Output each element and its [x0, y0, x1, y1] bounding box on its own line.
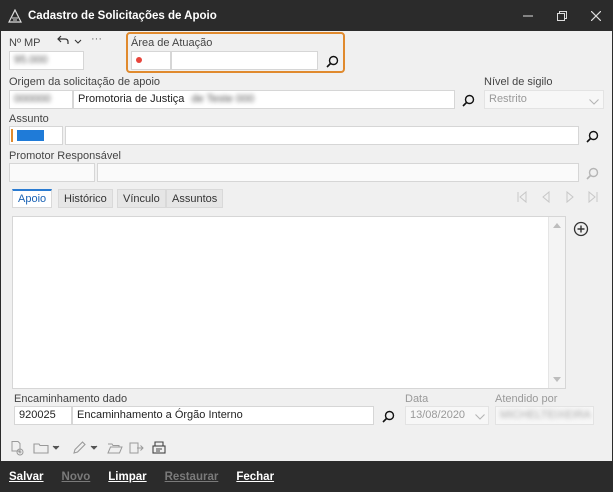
area-code-field[interactable] [131, 51, 171, 70]
tab-apoio[interactable]: Apoio [12, 189, 53, 208]
assunto-code-field[interactable] [9, 126, 63, 145]
nr-mp-value: 95.000 [14, 54, 48, 66]
area-label: Área de Atuação [131, 37, 213, 49]
area-search-button[interactable] [323, 52, 341, 70]
promotor-label: Promotor Responsável [9, 150, 121, 162]
field-marker [11, 129, 13, 142]
print-lock-icon[interactable] [151, 440, 167, 456]
data-label: Data [405, 393, 429, 405]
export-document-icon[interactable] [128, 440, 144, 456]
save-button[interactable]: Salvar [9, 471, 44, 483]
nr-mp-label: Nº MP [9, 37, 41, 49]
origem-desc-field[interactable]: Promotoria de Justiça de Teste 000 [73, 90, 455, 109]
nr-mp-field[interactable]: 95.000 [9, 51, 84, 70]
tab-assuntos[interactable]: Assuntos [166, 189, 224, 208]
encaminhamento-label: Encaminhamento dado [14, 393, 128, 405]
scroll-up-icon[interactable] [553, 223, 561, 228]
chevron-down-icon [589, 96, 599, 105]
folder-icon[interactable] [33, 440, 49, 456]
search-icon [381, 410, 394, 423]
assunto-desc-field[interactable] [65, 126, 579, 145]
origem-label: Origem da solicitação de apoio [9, 76, 161, 88]
add-button[interactable] [573, 221, 589, 237]
textarea-scrollbar[interactable] [548, 217, 565, 388]
required-dot-icon [136, 57, 142, 63]
attach-document-icon[interactable] [9, 440, 25, 456]
restore-button[interactable]: Restaurar [165, 471, 219, 483]
restore-icon [557, 10, 567, 21]
next-record-icon[interactable] [563, 190, 577, 204]
area-desc-field[interactable] [171, 51, 318, 70]
search-icon [585, 167, 598, 180]
assunto-search-button[interactable] [583, 127, 601, 145]
window-title: Cadastro de Solicitações de Apoio [28, 9, 217, 22]
atendido-label: Atendido por [495, 393, 558, 405]
pencil-dropdown-icon[interactable] [90, 440, 98, 456]
encaminhamento-search-button[interactable] [379, 407, 397, 425]
encaminhamento-code-field[interactable]: 920025 [14, 406, 72, 425]
undo-icon[interactable] [56, 34, 70, 46]
atendido-field: MICHELTEIXEIRA [495, 406, 594, 425]
origem-desc-blurred: de Teste 000 [191, 93, 255, 105]
title-bar: Cadastro de Solicitações de Apoio [0, 0, 613, 31]
footer-bar: Salvar Novo Limpar Restaurar Fechar [0, 461, 613, 492]
tab-historico[interactable]: Histórico [58, 189, 113, 208]
folder-dropdown-icon[interactable] [52, 440, 60, 456]
origem-code-field[interactable]: 000000 [9, 90, 73, 109]
sigilo-select[interactable]: Restrito [484, 90, 604, 109]
search-icon [585, 130, 598, 143]
minimize-icon [523, 15, 533, 16]
more-options-icon[interactable]: ··· [91, 33, 102, 45]
search-icon [461, 94, 474, 107]
assunto-label: Assunto [9, 113, 49, 125]
tab-vinculo[interactable]: Vínculo [117, 189, 166, 208]
new-button[interactable]: Novo [62, 471, 91, 483]
close-form-button[interactable]: Fechar [236, 471, 274, 483]
chevron-down-icon [475, 411, 485, 420]
clear-button[interactable]: Limpar [108, 471, 146, 483]
promotor-desc-field[interactable] [97, 163, 579, 182]
origem-desc-value: Promotoria de Justiça [78, 93, 185, 105]
close-button[interactable] [579, 0, 613, 31]
previous-record-icon[interactable] [539, 190, 553, 204]
encaminhamento-desc-field[interactable]: Encaminhamento a Órgão Interno [72, 406, 374, 425]
promotor-search-button[interactable] [583, 164, 601, 182]
close-icon [591, 10, 601, 21]
plus-circle-icon [573, 221, 589, 237]
scroll-down-icon[interactable] [553, 377, 561, 382]
undo-dropdown-icon[interactable] [74, 36, 82, 44]
assunto-code-chip [17, 130, 45, 141]
last-record-icon[interactable] [586, 190, 600, 204]
pencil-icon[interactable] [71, 440, 87, 456]
sigilo-label: Nível de sigilo [484, 76, 553, 88]
app-logo-icon [8, 8, 22, 23]
apoio-textarea[interactable] [12, 216, 566, 389]
restore-button[interactable] [545, 0, 579, 31]
open-folder-icon[interactable] [107, 440, 123, 456]
search-icon [325, 55, 338, 68]
origem-search-button[interactable] [459, 91, 477, 109]
minimize-button[interactable] [511, 0, 545, 31]
first-record-icon[interactable] [515, 190, 529, 204]
promotor-code-field[interactable] [9, 163, 95, 182]
